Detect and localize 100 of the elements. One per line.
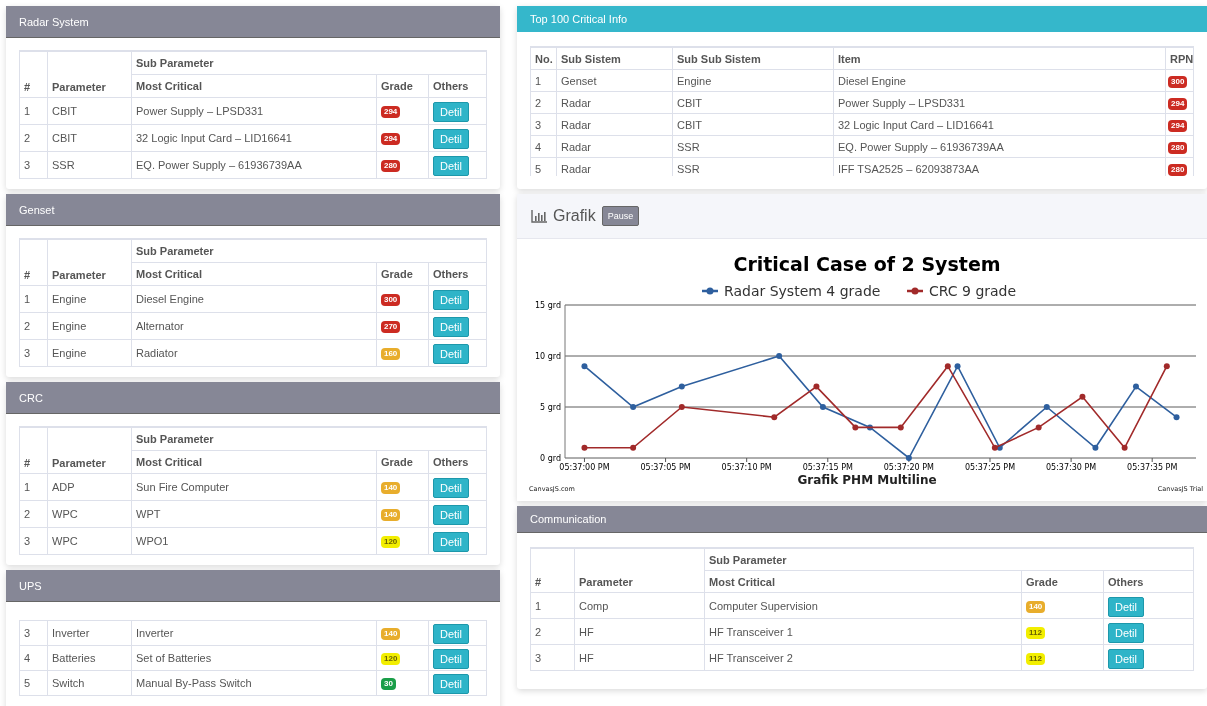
y-tick-label: 5 grd: [540, 403, 561, 412]
table-cell: Radar: [556, 135, 673, 158]
column-header: Grade: [376, 450, 429, 474]
table-cell: Engine: [672, 69, 834, 92]
data-point: [1173, 414, 1180, 421]
table-cell: 3: [530, 644, 575, 671]
data-point: [1133, 383, 1139, 390]
table-cell: 3: [530, 113, 557, 136]
grade-badge: 112: [1025, 626, 1045, 639]
table-cell: WPC: [47, 500, 132, 528]
panel-title: Genset: [19, 203, 55, 216]
x-tick-label: 05:37:20 PM: [883, 463, 934, 472]
y-tick-label: 15 grd: [534, 301, 561, 310]
detail-button[interactable]: Detil: [432, 290, 469, 310]
column-header: Sub Sub Sistem: [672, 47, 834, 70]
rpn-badge: 280: [1168, 163, 1188, 176]
column-header: #: [19, 239, 48, 286]
data-point: [1163, 363, 1170, 370]
table-cell: Power Supply – LPSD331: [833, 91, 1166, 114]
table-cell: WPT: [131, 500, 377, 528]
data-point: [771, 414, 778, 421]
table-cell: Manual By-Pass Switch: [131, 670, 377, 696]
data-point: [1079, 393, 1086, 400]
column-header: RPN: [1165, 47, 1194, 70]
detail-button[interactable]: Detil: [432, 317, 469, 337]
detail-button[interactable]: Detil: [432, 344, 469, 364]
column-header: Item: [833, 47, 1166, 70]
bar-chart-icon: [531, 209, 547, 223]
data-point: [819, 404, 826, 410]
y-tick-label: 0 grd: [540, 454, 561, 463]
detail-button[interactable]: Detil: [433, 649, 469, 669]
detail-button[interactable]: Detil: [432, 478, 469, 498]
column-header: Parameter: [47, 427, 132, 474]
column-header: Grade: [376, 74, 429, 98]
detail-button[interactable]: Detil: [432, 532, 469, 552]
column-header: No.: [530, 47, 557, 70]
detail-button[interactable]: Detil: [1107, 622, 1144, 643]
detail-button[interactable]: Detil: [1107, 596, 1144, 617]
table-cell: Inverter: [131, 620, 377, 646]
column-header: Parameter: [47, 51, 132, 98]
data-point: [630, 404, 637, 410]
table-cell: Power Supply – LPSD331: [131, 97, 377, 125]
data-point: [581, 363, 588, 370]
column-header: Grade: [376, 262, 429, 286]
table-cell: 5: [530, 157, 557, 176]
panel-title: Top 100 Critical Info: [530, 13, 628, 25]
table-cell: HF: [574, 644, 705, 671]
detail-button[interactable]: Detil: [432, 505, 469, 525]
table-cell: ADP: [47, 473, 132, 501]
table-cell: 3: [19, 527, 48, 555]
data-point: [1035, 424, 1042, 431]
column-group-header: Sub Parameter: [704, 548, 1194, 571]
grade-badge: 140: [381, 628, 401, 640]
column-header: Most Critical: [131, 262, 377, 286]
table-cell: 5: [19, 670, 48, 696]
grade-badge: 140: [380, 482, 401, 494]
panel-title: Radar System: [19, 15, 89, 28]
rpn-badge: 280: [1168, 141, 1188, 154]
detail-button[interactable]: Detil: [432, 129, 469, 149]
grade-badge: 30: [381, 678, 396, 690]
table-cell: 1: [530, 69, 557, 92]
x-tick-label: 05:37:05 PM: [640, 463, 691, 472]
table-cell: 2: [19, 500, 48, 528]
data-point: [776, 353, 783, 359]
detail-button[interactable]: Detil: [1107, 648, 1144, 669]
table-cell: 3: [19, 339, 48, 367]
data-point: [905, 455, 912, 461]
table-cell: 4: [19, 645, 48, 671]
table-cell: Engine: [47, 339, 132, 367]
data-point: [954, 363, 961, 370]
table-cell: 32 Logic Input Card – LID16641: [833, 113, 1166, 136]
data-point: [581, 444, 588, 451]
legend-item: Radar System 4 grade: [702, 283, 881, 299]
column-group-header: Sub Parameter: [131, 239, 487, 263]
x-tick-label: 05:37:25 PM: [964, 463, 1016, 472]
pause-button[interactable]: Pause: [601, 206, 640, 226]
table-cell: 2: [530, 91, 557, 114]
table-cell: Engine: [47, 312, 132, 340]
detail-button[interactable]: Detil: [432, 102, 469, 122]
grade-badge: 300: [380, 294, 401, 306]
table-cell: Batteries: [47, 645, 132, 671]
column-header: Others: [428, 262, 487, 286]
table-cell: 3: [19, 620, 48, 646]
table-cell: 1: [19, 473, 48, 501]
data-point: [1043, 404, 1050, 410]
column-header: Most Critical: [131, 74, 377, 98]
table-cell: Genset: [556, 69, 673, 92]
legend-item: CRC 9 grade: [907, 283, 1017, 299]
table-cell: Engine: [47, 285, 132, 313]
detail-button[interactable]: Detil: [433, 674, 469, 694]
grade-badge: 280: [380, 160, 401, 172]
column-header: Parameter: [47, 239, 132, 286]
grade-badge: 294: [380, 133, 401, 145]
detail-button[interactable]: Detil: [432, 156, 469, 176]
column-group-header: Sub Parameter: [131, 427, 487, 451]
table-cell: Switch: [47, 670, 132, 696]
data-point: [678, 404, 685, 410]
grade-badge: 294: [380, 106, 401, 118]
x-tick-label: 05:37:10 PM: [721, 463, 772, 472]
detail-button[interactable]: Detil: [433, 624, 469, 644]
